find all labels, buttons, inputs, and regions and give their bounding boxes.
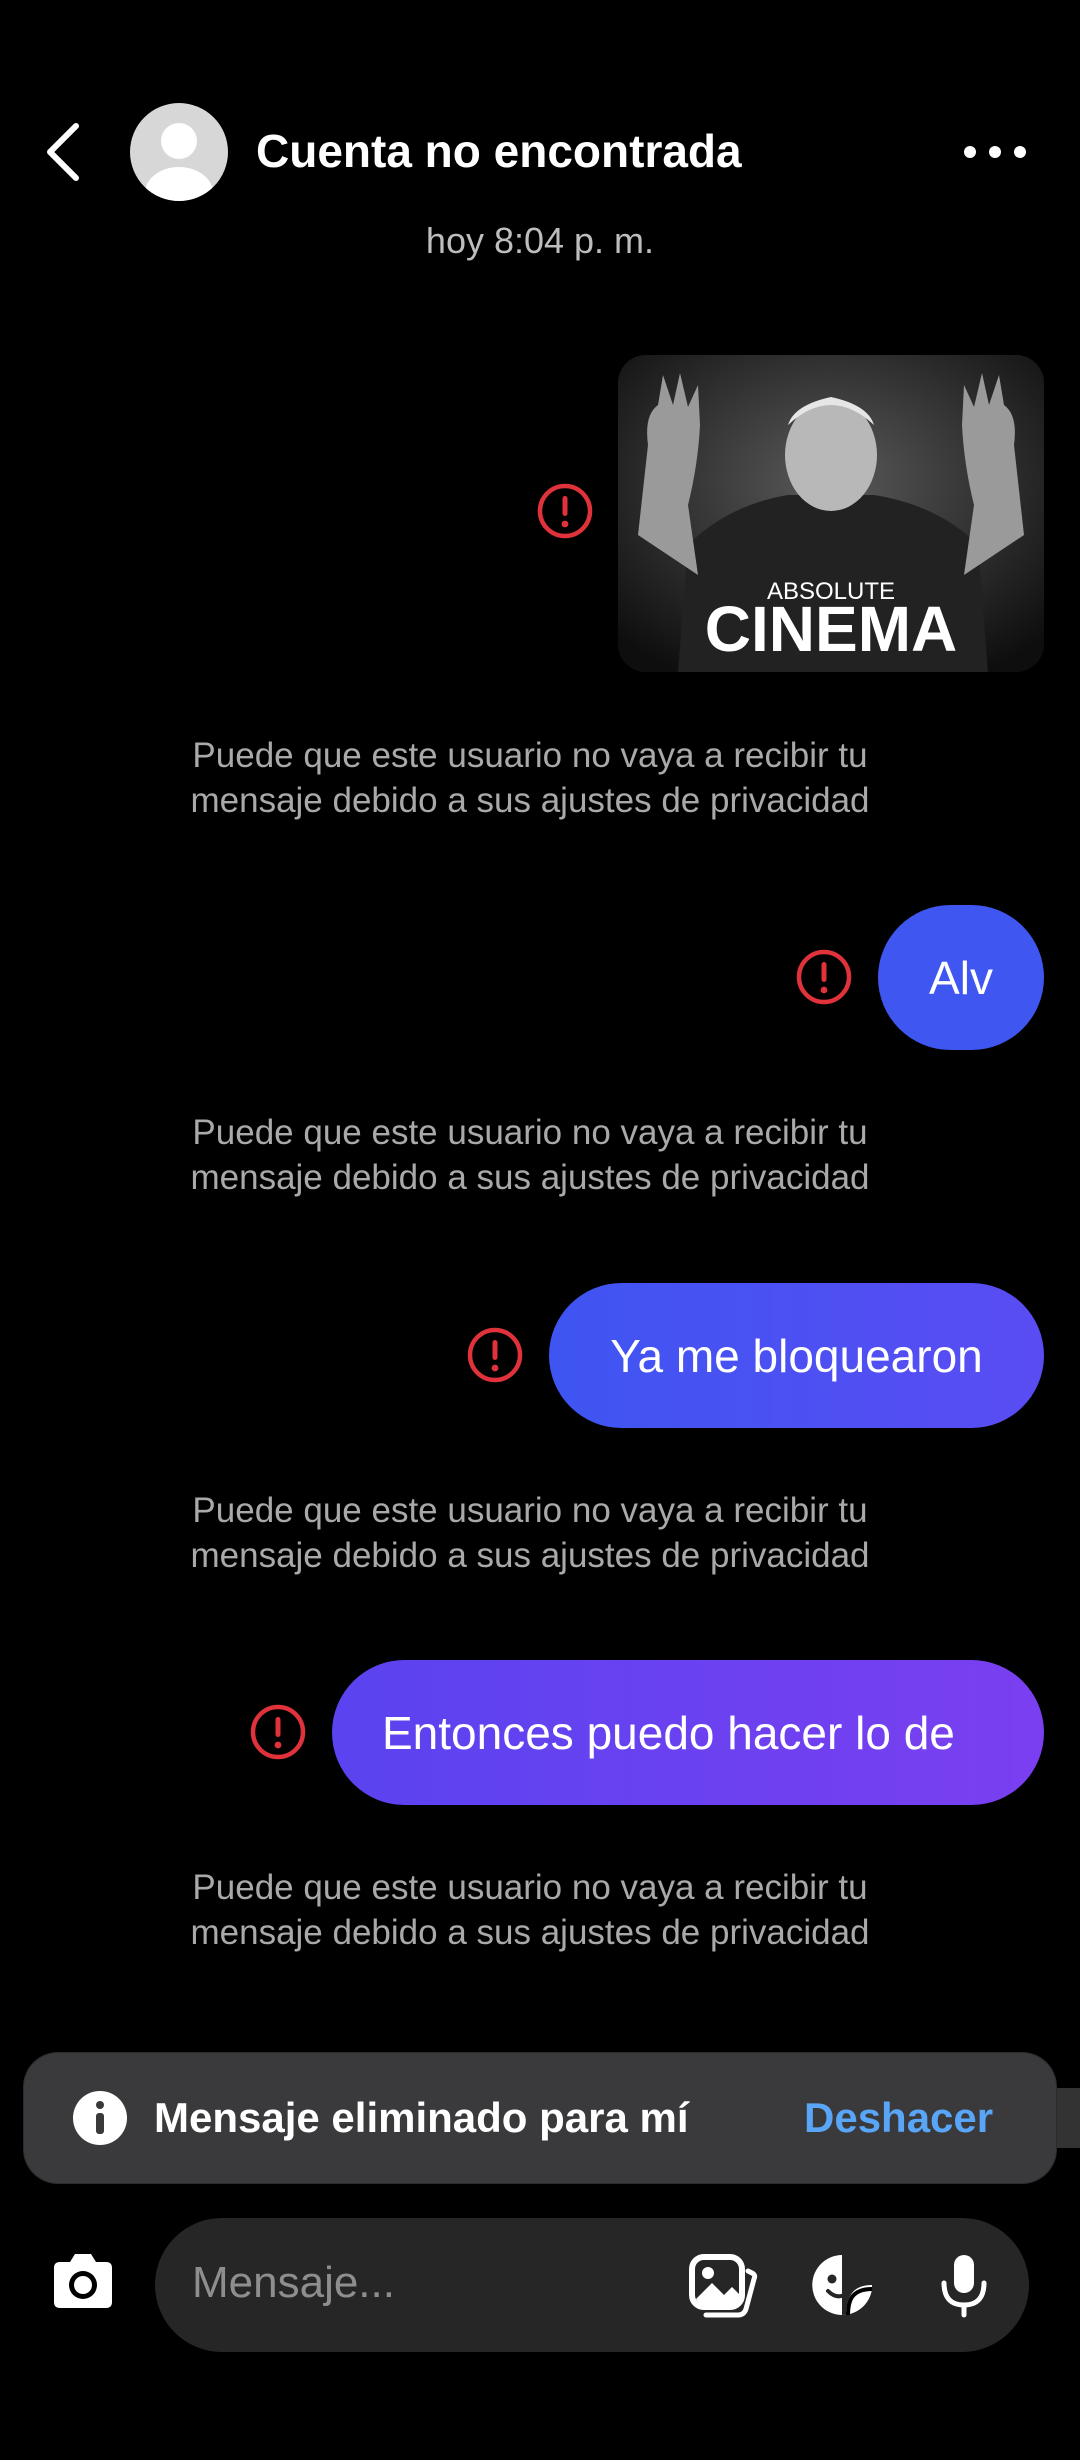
privacy-notice: Puede que este usuario no vaya a recibir… <box>190 1491 870 1575</box>
sticker-image[interactable]: ABSOLUTE CINEMA <box>618 355 1044 672</box>
undo-button[interactable]: Deshacer <box>804 2053 993 2183</box>
privacy-notice: Puede que este usuario no vaya a recibir… <box>190 1113 870 1197</box>
privacy-notice: Puede que este usuario no vaya a recibir… <box>190 736 870 820</box>
sticker-text-line2: CINEMA <box>705 593 957 665</box>
camera-icon[interactable] <box>40 2240 126 2326</box>
error-icon[interactable] <box>536 482 594 540</box>
deleted-message-toast: Mensaje eliminado para mí Deshacer <box>24 2053 1056 2183</box>
toast-message: Mensaje eliminado para mí <box>154 2094 689 2141</box>
message-bubble[interactable]: Entonces puedo hacer lo de <box>332 1660 1044 1805</box>
error-icon[interactable] <box>249 1703 307 1761</box>
default-avatar-icon <box>145 123 213 201</box>
chat-title[interactable]: Cuenta no encontrada <box>256 124 742 178</box>
sticker-figure: ABSOLUTE CINEMA <box>618 355 1044 672</box>
message-input[interactable]: Mensaje... <box>192 2258 395 2308</box>
gallery-icon[interactable] <box>686 2249 758 2321</box>
info-icon <box>73 2091 127 2145</box>
message-bubble[interactable]: Alv <box>878 905 1044 1050</box>
message-timestamp: hoy 8:04 p. m. <box>425 220 655 261</box>
back-arrow-icon[interactable] <box>40 120 90 184</box>
more-options-icon[interactable] <box>960 132 1030 172</box>
privacy-notice: Puede que este usuario no vaya a recibir… <box>190 1868 870 1952</box>
microphone-icon[interactable] <box>928 2249 1000 2321</box>
message-bubble[interactable]: Ya me bloquearon <box>549 1283 1044 1428</box>
avatar[interactable] <box>130 103 228 201</box>
error-icon[interactable] <box>466 1326 524 1384</box>
sticker-icon[interactable] <box>806 2249 878 2321</box>
error-icon[interactable] <box>795 948 853 1006</box>
